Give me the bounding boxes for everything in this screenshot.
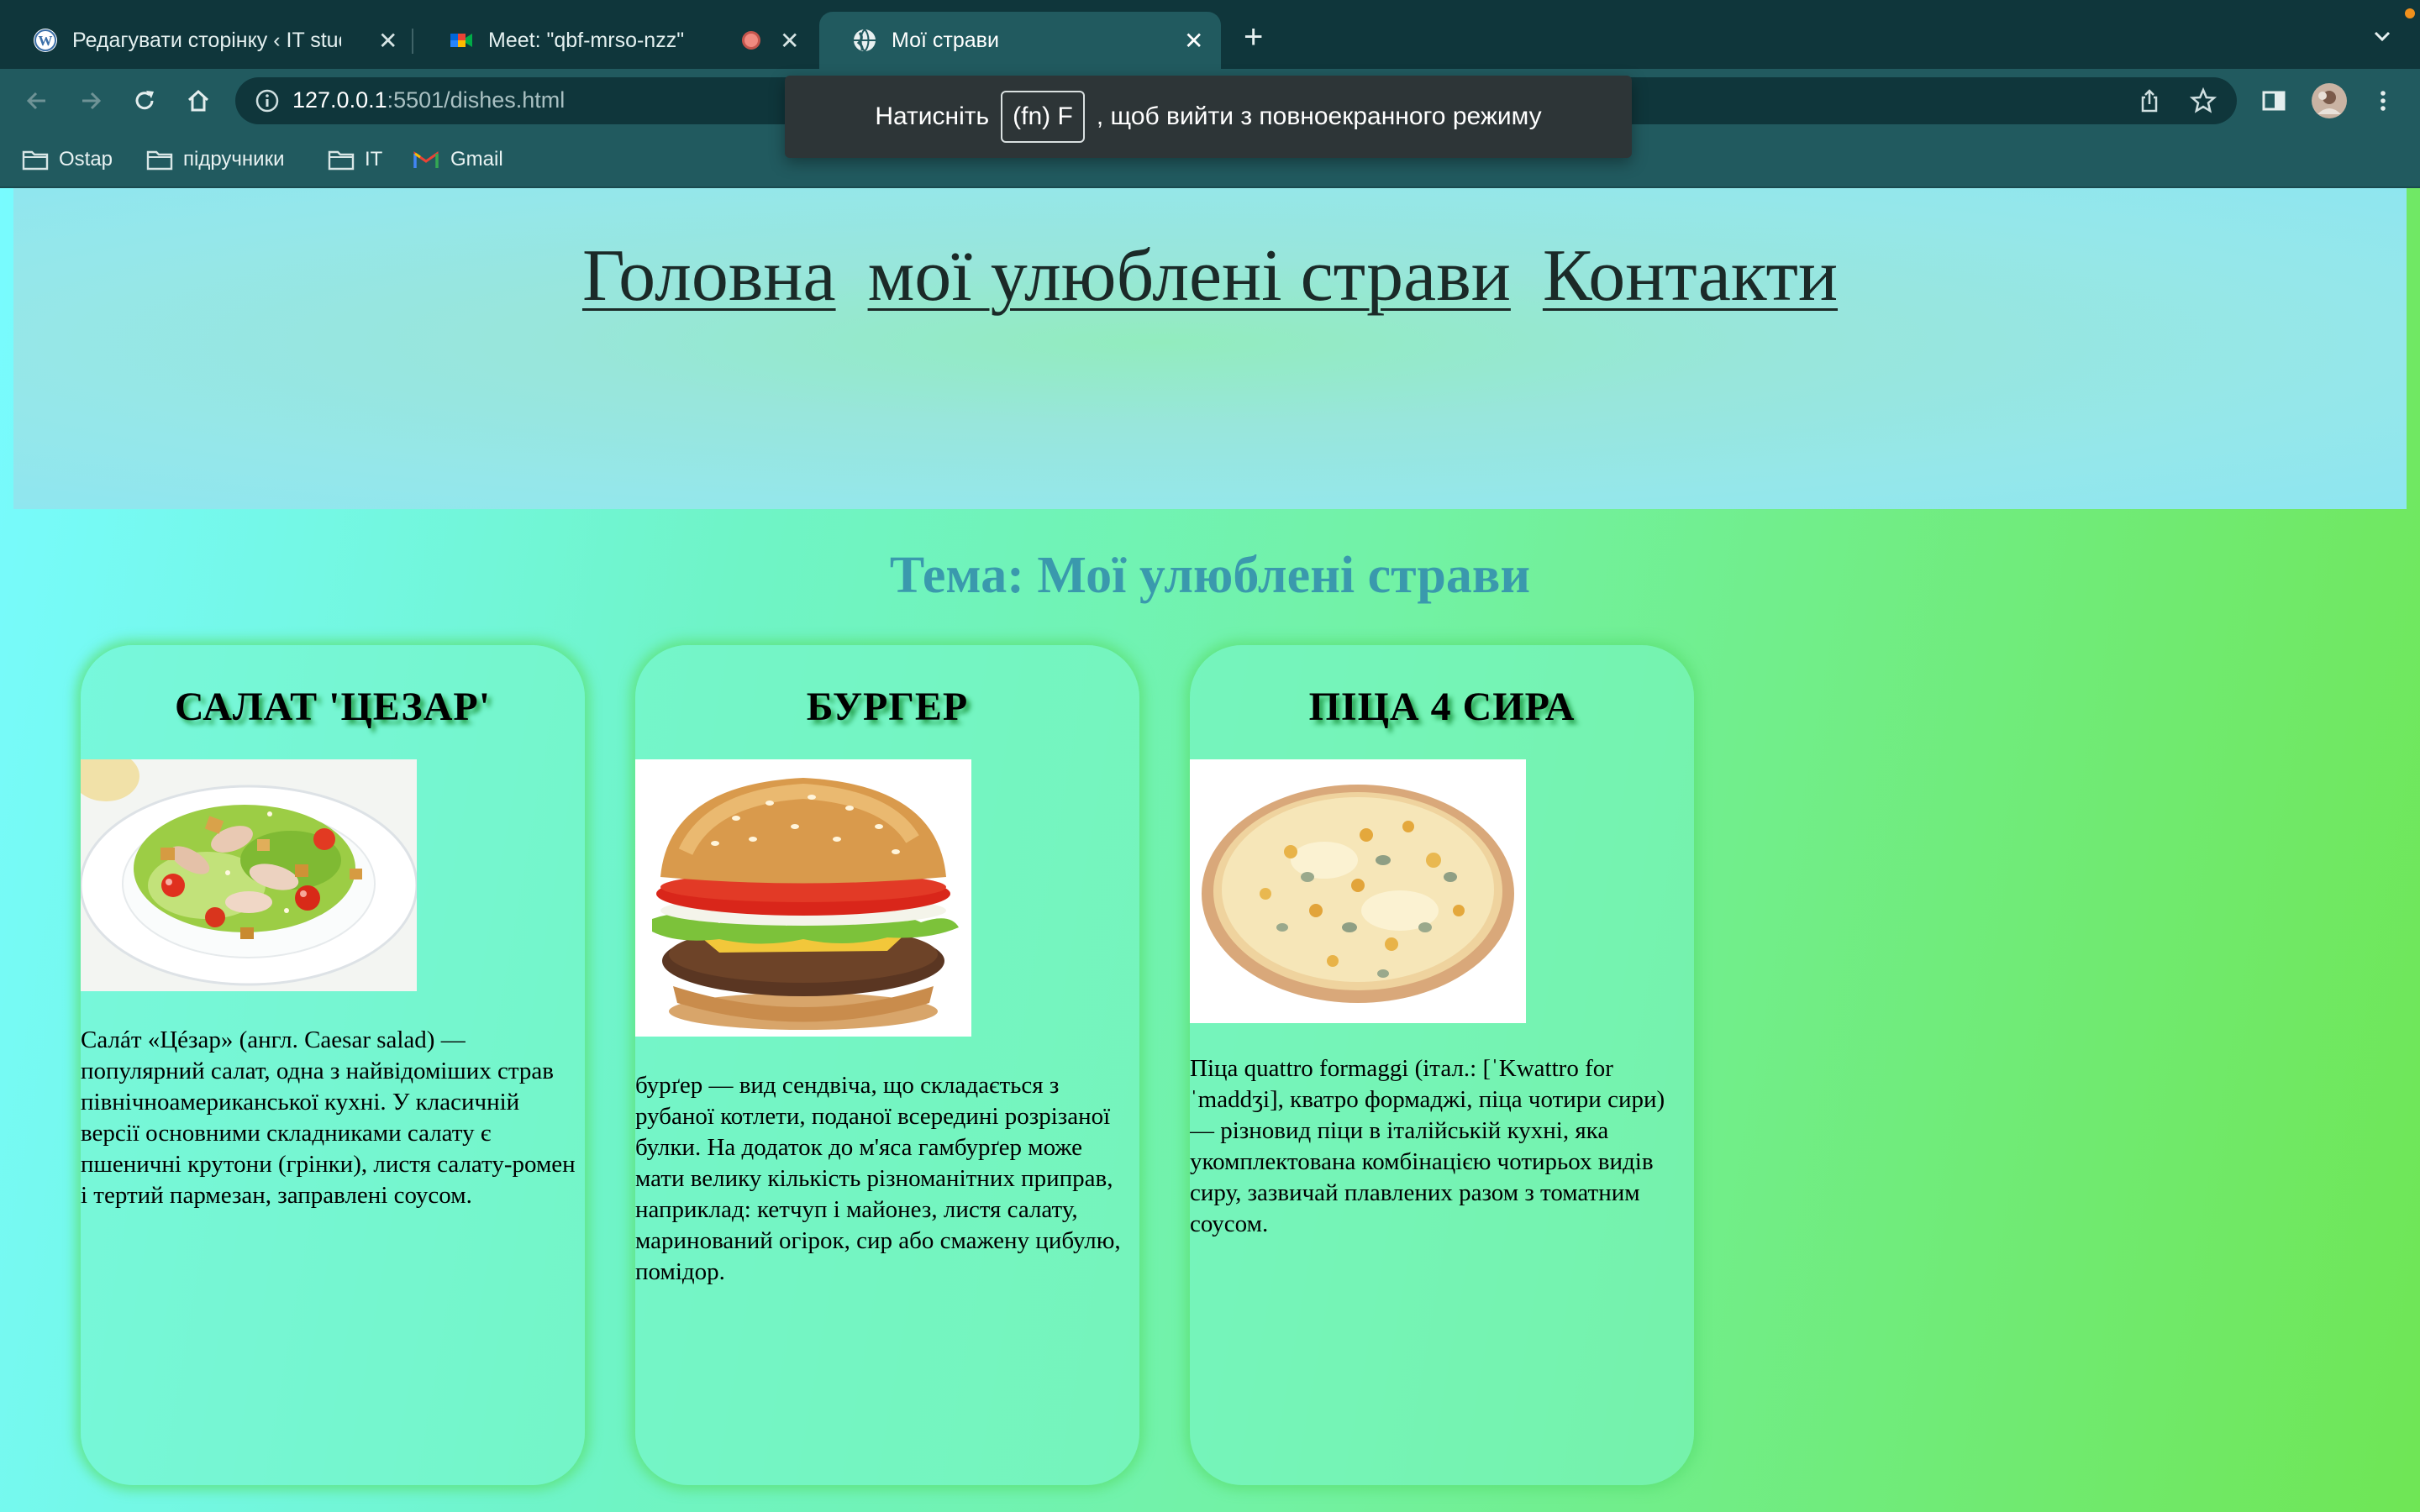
card-title: САЛАТ 'ЦЕЗАР' [174,685,492,729]
svg-text:W: W [39,33,53,49]
bookmark-ostap[interactable]: Ostap [22,144,113,175]
main-nav: Головна мої улюблені страви Контакти [13,234,2407,318]
folder-icon [22,148,49,171]
bookmark-star-icon[interactable] [2189,87,2217,114]
bookmark-pidruchnyky[interactable]: підручники [146,144,284,175]
card-text: Піца quattro formaggi (італ.: [ˈKwattro … [1190,1055,1665,1237]
pizza-image [1190,759,1526,1023]
bookmark-label: підручники [183,148,285,171]
new-tab-button[interactable]: + [1244,20,1263,54]
page-title: Тема: Мої улюблені страви [889,547,1531,604]
tab-meet[interactable]: Meet: "qbf-mrso-nzz" ✕ [416,12,819,69]
close-tab-icon[interactable]: ✕ [378,27,397,55]
bookmark-label: Ostap [59,148,113,171]
info-icon[interactable] [254,87,281,114]
dish-card-caesar: САЛАТ 'ЦЕЗАР' Салáт «Цéзар» (англ. Caesa… [81,645,585,1485]
tab-wordpress[interactable]: W Редагувати сторінку ‹ IT studi ✕ [0,12,408,69]
burger-image [635,759,971,1037]
gmail-icon [413,148,440,171]
tab-separator [412,29,413,54]
home-icon[interactable] [183,86,213,116]
close-tab-icon[interactable]: ✕ [1184,27,1203,55]
recording-icon [742,31,760,50]
page-viewport: Головна мої улюблені страви Контакти Тема:… [0,188,2420,1512]
menu-icon[interactable] [2368,86,2398,116]
nav-link-contacts[interactable]: Контакти [1543,235,1838,317]
folder-icon [146,148,173,171]
notice-key: (fn) F [1001,91,1085,143]
forward-icon[interactable] [76,86,106,116]
bookmark-gmail[interactable]: Gmail [413,144,503,175]
header-banner: Головна мої улюблені страви Контакти [13,188,2407,509]
reload-icon[interactable] [129,86,160,116]
notice-text-after: , щоб вийти з повноекранного режиму [1096,102,1542,130]
notification-dot [2405,8,2415,18]
share-icon[interactable] [2136,87,2163,114]
folder-icon [328,148,355,171]
bookmark-it[interactable]: IT [328,144,382,175]
bookmark-label: IT [365,148,383,171]
url-text[interactable]: 127.0.0.1:5501/dishes.html [292,87,565,113]
tab-dishes[interactable]: Мої страви ✕ [819,12,1221,69]
url-path: :5501/dishes.html [387,87,566,113]
card-title: БУРГЕР [806,685,969,729]
fullscreen-notice: Натисніть (fn) F , щоб вийти з повноекра… [785,76,1632,158]
bookmark-label: Gmail [450,148,503,171]
tab-strip: W Редагувати сторінку ‹ IT studi ✕ Meet:… [0,0,2420,69]
nav-link-dishes[interactable]: мої улюблені страви [868,235,1511,317]
tab-title: Мої страви [892,28,999,52]
close-tab-icon[interactable]: ✕ [780,27,799,55]
url-host: 127.0.0.1 [292,87,387,113]
side-panel-icon[interactable] [2259,86,2289,116]
card-text: бурґер — вид сендвіча, що складається з … [635,1072,1121,1285]
wordpress-icon: W [32,27,59,54]
dish-card-burger: БУРГЕР бурґер — вид сендвіча, що складає… [635,645,1139,1485]
back-icon[interactable] [22,86,52,116]
profile-avatar[interactable] [2311,82,2348,119]
tab-title: Meet: "qbf-mrso-nzz" [488,28,685,52]
card-title: ПІЦА 4 СИРА [1308,685,1576,729]
notice-text-before: Натисніть [875,102,990,130]
card-text: Салáт «Цéзар» (англ. Caesar salad) — поп… [81,1026,576,1209]
dish-card-pizza: ПІЦА 4 СИРА Піца quattro formaggi (італ.… [1190,645,1694,1485]
google-meet-icon [448,27,475,54]
caesar-salad-image [81,759,417,991]
tab-title: Редагувати сторінку ‹ IT studi [72,28,341,52]
nav-link-home[interactable]: Головна [582,235,836,317]
globe-icon [851,27,878,54]
chevron-down-icon[interactable] [2370,24,2395,49]
